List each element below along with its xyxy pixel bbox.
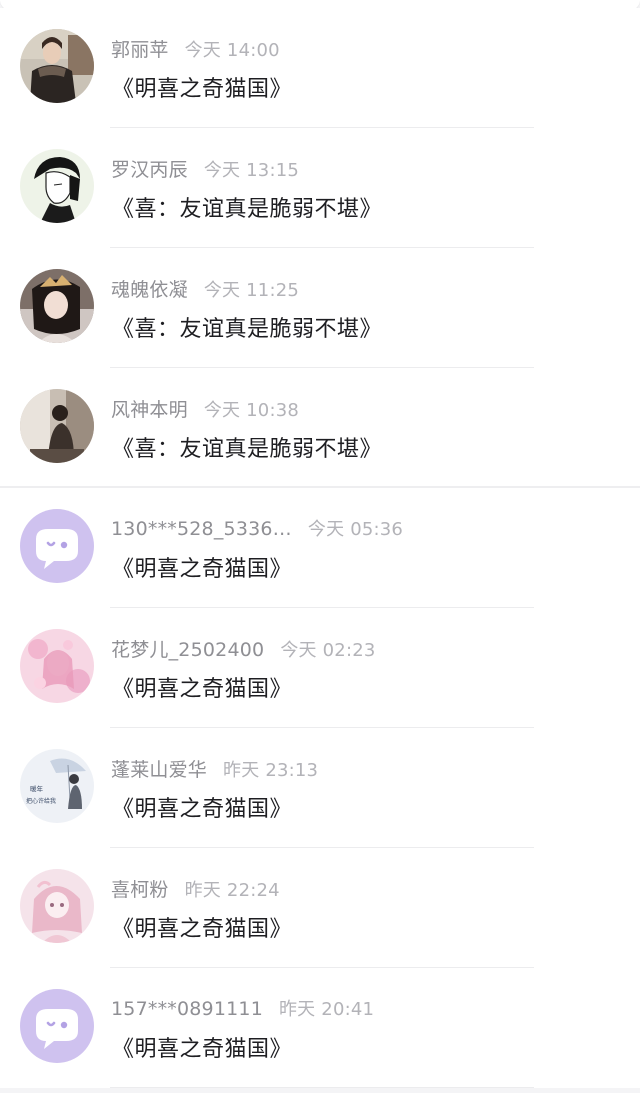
book-title[interactable]: 《喜：友谊真是脆弱不堪》 bbox=[112, 311, 382, 343]
book-title[interactable]: 《明喜之奇猫国》 bbox=[112, 791, 292, 823]
avatar[interactable] bbox=[20, 269, 94, 343]
default-chat-bubble-icon bbox=[20, 989, 94, 1063]
list-item[interactable]: 花梦儿_2502400 今天 02:23 《明喜之奇猫国》 bbox=[0, 608, 640, 728]
avatar[interactable]: 暖年 把心许给我 bbox=[20, 749, 94, 823]
timestamp: 昨天 20:41 bbox=[278, 999, 375, 1020]
username[interactable]: 130***528_5336… bbox=[111, 518, 292, 540]
message-meta: 喜柯粉 昨天 22:24 bbox=[111, 875, 280, 902]
message-meta: 郭丽苹 今天 14:00 bbox=[111, 35, 280, 62]
list-item[interactable]: 喜柯粉 昨天 22:24 《明喜之奇猫国》 bbox=[0, 848, 640, 968]
avatar[interactable] bbox=[20, 629, 94, 703]
book-title[interactable]: 《明喜之奇猫国》 bbox=[112, 671, 292, 703]
message-meta: 157***0891111 昨天 20:41 bbox=[111, 995, 374, 1021]
avatar[interactable] bbox=[20, 989, 94, 1063]
timestamp: 昨天 23:13 bbox=[223, 760, 319, 781]
book-title[interactable]: 《明喜之奇猫国》 bbox=[112, 1031, 292, 1063]
username[interactable]: 喜柯粉 bbox=[111, 879, 169, 901]
book-title[interactable]: 《明喜之奇猫国》 bbox=[112, 71, 292, 103]
list-item[interactable]: 郭丽苹 今天 14:00 《明喜之奇猫国》 bbox=[0, 8, 640, 128]
book-title[interactable]: 《喜：友谊真是脆弱不堪》 bbox=[112, 431, 382, 463]
message-meta: 风神本明 今天 10:38 bbox=[111, 395, 299, 422]
message-meta: 蓬莱山爱华 昨天 23:13 bbox=[111, 755, 318, 782]
list-item[interactable]: 暖年 把心许给我 蓬莱山爱华 昨天 23:13 《明喜之奇猫国》 bbox=[0, 728, 640, 848]
timestamp: 今天 14:00 bbox=[184, 40, 280, 61]
timestamp: 今天 05:36 bbox=[307, 519, 404, 540]
list-item[interactable]: 风神本明 今天 10:38 《喜：友谊真是脆弱不堪》 bbox=[0, 368, 640, 488]
message-meta: 130***528_5336… 今天 05:36 bbox=[111, 515, 403, 541]
avatar[interactable] bbox=[20, 869, 94, 943]
list-item[interactable]: 罗汉丙辰 今天 13:15 《喜：友谊真是脆弱不堪》 bbox=[0, 128, 640, 248]
book-title[interactable]: 《喜：友谊真是脆弱不堪》 bbox=[112, 191, 382, 223]
avatar-text-line-1: 暖年 bbox=[30, 784, 44, 793]
avatar[interactable] bbox=[20, 29, 94, 103]
default-chat-bubble-icon bbox=[20, 509, 94, 583]
message-meta: 魂魄依凝 今天 11:25 bbox=[111, 275, 299, 302]
username[interactable]: 风神本明 bbox=[111, 399, 188, 421]
book-title[interactable]: 《明喜之奇猫国》 bbox=[112, 911, 292, 943]
avatar[interactable] bbox=[20, 389, 94, 463]
timestamp: 今天 13:15 bbox=[203, 160, 300, 181]
avatar[interactable] bbox=[20, 149, 94, 223]
book-title[interactable]: 《明喜之奇猫国》 bbox=[112, 551, 292, 583]
comment-list: 郭丽苹今天 14:00 《明喜之奇猫国》 罗汉丙辰今天 13:15 《喜：友 bbox=[0, 8, 640, 1088]
username[interactable]: 郭丽苹 bbox=[111, 39, 169, 61]
list-item[interactable]: 157***0891111 昨天 20:41 《明喜之奇猫国》 bbox=[0, 968, 640, 1088]
list-item[interactable]: 130***528_5336… 今天 05:36 《明喜之奇猫国》 bbox=[0, 488, 640, 608]
list-item[interactable]: 魂魄依凝 今天 11:25 《喜：友谊真是脆弱不堪》 bbox=[0, 248, 640, 368]
divider bbox=[110, 1087, 534, 1088]
username[interactable]: 花梦儿_2502400 bbox=[111, 639, 264, 661]
timestamp: 今天 10:38 bbox=[203, 400, 300, 421]
message-meta: 花梦儿_2502400 今天 02:23 bbox=[111, 635, 376, 662]
timestamp: 今天 02:23 bbox=[280, 640, 376, 661]
avatar-text-line-2: 把心许给我 bbox=[26, 797, 56, 805]
timestamp: 今天 11:25 bbox=[203, 280, 300, 301]
message-list-screen: 郭丽苹今天 14:00 《明喜之奇猫国》 罗汉丙辰今天 13:15 《喜：友 bbox=[0, 0, 640, 1093]
avatar[interactable] bbox=[20, 509, 94, 583]
username[interactable]: 罗汉丙辰 bbox=[111, 159, 188, 181]
username[interactable]: 蓬莱山爱华 bbox=[111, 759, 207, 781]
message-meta: 罗汉丙辰 今天 13:15 bbox=[111, 155, 299, 182]
username[interactable]: 157***0891111 bbox=[111, 998, 263, 1020]
username[interactable]: 魂魄依凝 bbox=[111, 279, 188, 301]
timestamp: 昨天 22:24 bbox=[184, 880, 280, 901]
